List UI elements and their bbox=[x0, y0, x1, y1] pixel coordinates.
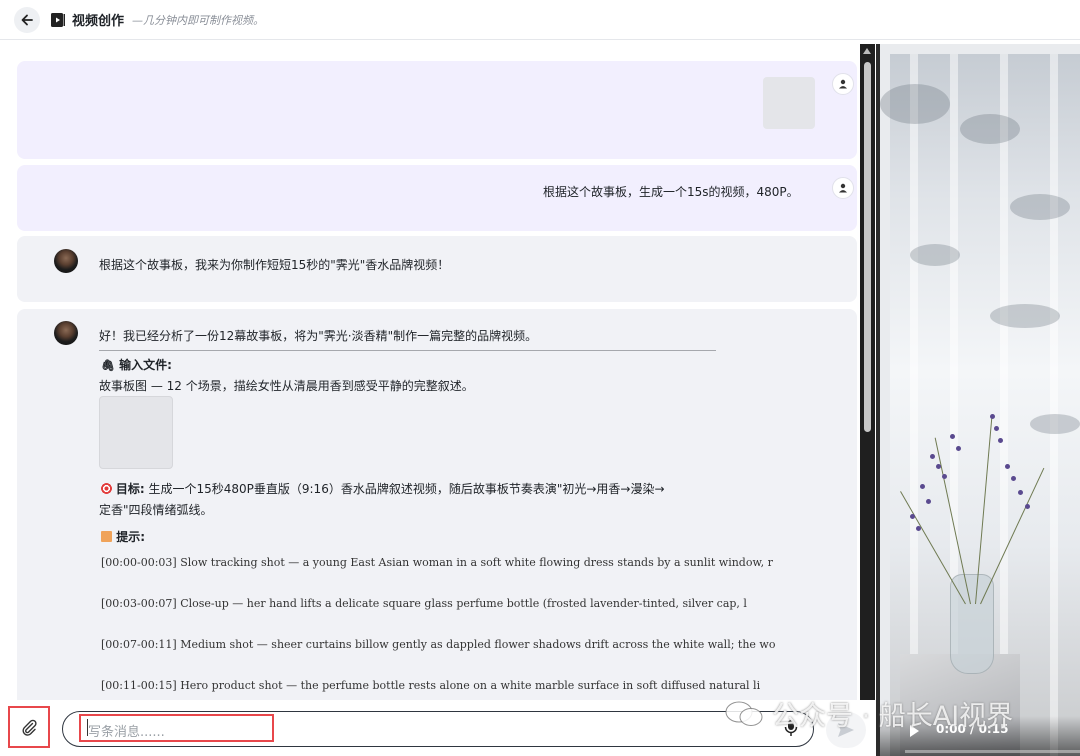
user-avatar bbox=[832, 177, 854, 199]
leaf-shadow bbox=[910, 244, 960, 266]
prompt-line: [00:07-00:11] Medium shot — sheer curtai… bbox=[101, 638, 776, 651]
curtain-fold bbox=[1050, 54, 1058, 756]
page-subtitle: —几分钟内即可制作视频。 bbox=[132, 13, 265, 27]
lavender-flower bbox=[936, 464, 941, 469]
message-input-placeholder[interactable]: 写条消息...... bbox=[88, 721, 165, 740]
user-message-content: 根据这个故事板，生成一个15s的视频，480P。 bbox=[543, 185, 799, 199]
user-icon bbox=[839, 183, 847, 193]
curtain-fold bbox=[1000, 54, 1008, 756]
prompt-line: [00:00-00:03] Slow tracking shot — a you… bbox=[101, 556, 773, 569]
lavender-stem bbox=[980, 467, 1045, 605]
assistant-message: 根据这个故事板，我来为你制作短短15秒的"霁光"香水品牌视频！ bbox=[17, 236, 857, 302]
curtain-fold bbox=[910, 54, 918, 756]
lavender-flower bbox=[1025, 504, 1030, 509]
wechat-icon bbox=[725, 701, 763, 726]
prompt-line: [00:03-00:07] Close-up — her hand lifts … bbox=[101, 597, 747, 610]
chat-scrollbar[interactable] bbox=[860, 44, 875, 700]
user-message-text: 根据这个故事板，生成一个15s的视频，480P。 bbox=[17, 165, 857, 231]
paperclip-icon bbox=[22, 719, 37, 736]
separator bbox=[99, 350, 716, 351]
lavender-flower bbox=[956, 446, 961, 451]
paperclip-emoji-icon: 🖇 bbox=[101, 359, 115, 372]
video-play-icon bbox=[51, 12, 65, 27]
lavender-flower bbox=[916, 526, 921, 531]
lavender-flower bbox=[1018, 490, 1023, 495]
lavender-flower bbox=[990, 414, 995, 419]
assistant-avatar bbox=[54, 249, 78, 273]
lavender-flower bbox=[942, 474, 947, 479]
chat-area: 根据这个故事板，生成一个15s的视频，480P。 根据这个故事板，我来为你制作短… bbox=[0, 44, 875, 700]
lavender-flower bbox=[998, 438, 1003, 443]
assistant-message-content: 好！我已经分析了一份12幕故事板，将为"霁光·淡香精"制作一篇完整的品牌视频。 bbox=[99, 329, 538, 343]
target-emoji-icon bbox=[101, 483, 112, 494]
watermark-text: 公众号 · 船长AI视界 bbox=[772, 701, 1014, 732]
prompt-line: [00:11-00:15] Hero product shot — the pe… bbox=[101, 679, 761, 692]
leaf-shadow bbox=[990, 304, 1060, 328]
leaf-shadow bbox=[1030, 414, 1080, 434]
lavender-flower bbox=[930, 454, 935, 459]
lavender-flower bbox=[926, 499, 931, 504]
lavender-flower bbox=[1011, 476, 1016, 481]
leaf-shadow bbox=[880, 84, 950, 124]
attached-image-thumbnail[interactable] bbox=[763, 77, 815, 129]
attach-button[interactable] bbox=[8, 706, 50, 748]
goal-line-continued: 定香"四段情绪弧线。 bbox=[99, 503, 213, 517]
arrow-left-icon bbox=[21, 14, 33, 25]
scroll-up-arrow-icon[interactable] bbox=[863, 48, 871, 54]
storyboard-image-thumbnail[interactable] bbox=[99, 396, 173, 469]
prompt-heading: 提示: bbox=[101, 528, 145, 545]
assistant-message-content: 根据这个故事板，我来为你制作短短15秒的"霁光"香水品牌视频！ bbox=[99, 258, 450, 272]
leaf-shadow bbox=[960, 114, 1020, 144]
top-bar: 视频创作 —几分钟内即可制作视频。 bbox=[0, 0, 1080, 40]
leaf-shadow bbox=[1010, 194, 1070, 220]
user-avatar bbox=[832, 73, 854, 95]
lavender-flower bbox=[920, 484, 925, 489]
input-file-description: 故事板图 — 12 个场景，描绘女性从清晨用香到感受平静的完整叙述。 bbox=[99, 379, 474, 393]
memo-emoji-icon bbox=[101, 531, 112, 542]
lavender-flower bbox=[950, 434, 955, 439]
lavender-flower bbox=[910, 514, 915, 519]
video-progress-bar[interactable] bbox=[905, 750, 1080, 753]
assistant-avatar bbox=[54, 321, 78, 345]
video-frame bbox=[880, 54, 1080, 756]
user-message-image bbox=[17, 61, 857, 159]
lavender-flower bbox=[1005, 464, 1010, 469]
back-button[interactable] bbox=[14, 6, 40, 33]
lavender-flower bbox=[994, 426, 999, 431]
input-file-heading: 🖇 输入文件: bbox=[101, 358, 172, 372]
page-title: 视频创作 bbox=[72, 14, 125, 29]
video-preview[interactable] bbox=[880, 44, 1080, 756]
scrollbar-thumb[interactable] bbox=[864, 62, 871, 432]
goal-line: 目标: 生成一个15秒480P垂直版（9:16）香水品牌叙述视频，随后故事板节奏… bbox=[101, 480, 665, 497]
watermark: 公众号 · 船长AI视界 bbox=[724, 694, 1013, 733]
assistant-message: 好！我已经分析了一份12幕故事板，将为"霁光·淡香精"制作一篇完整的品牌视频。 … bbox=[17, 309, 857, 700]
user-icon bbox=[839, 79, 847, 89]
